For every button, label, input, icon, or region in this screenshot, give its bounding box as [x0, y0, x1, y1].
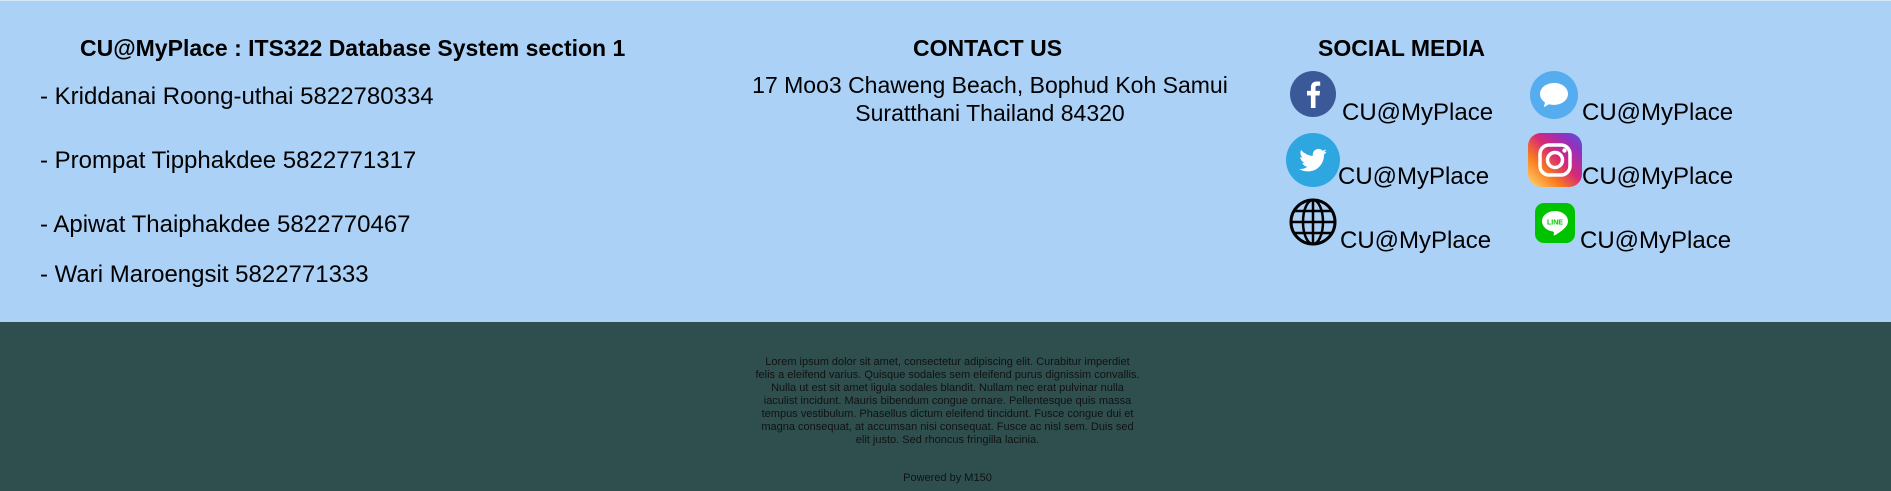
contact-address: 17 Moo3 Chaweng Beach, Bophud Koh Samui …: [720, 71, 1260, 127]
powered-by-text: Powered by M150: [903, 472, 992, 484]
facebook-icon: [1290, 71, 1336, 117]
member-item: - Apiwat Thaiphakdee 5822770467: [40, 211, 411, 238]
line-icon: LINE: [1535, 203, 1575, 243]
social-label: CU@MyPlace: [1580, 227, 1732, 254]
project-title: CU@MyPlace : ITS322 Database System sect…: [80, 35, 626, 61]
member-item: - Kriddanai Roong-uthai 5822780334: [40, 83, 434, 110]
globe-icon: [1289, 198, 1337, 246]
social-link-instagram[interactable]: CU@MyPlace: [1528, 133, 1750, 190]
twitter-icon: [1286, 133, 1340, 187]
social-label: CU@MyPlace: [1340, 227, 1492, 254]
svg-text:LINE: LINE: [1547, 220, 1563, 227]
social-label: CU@MyPlace: [1582, 163, 1734, 190]
social-link-line[interactable]: LINE CU@MyPlace: [1535, 203, 1750, 259]
address-line-2: Suratthani Thailand 84320: [855, 100, 1125, 126]
social-label: CU@MyPlace: [1342, 99, 1494, 126]
social-link-website[interactable]: CU@MyPlace: [1288, 197, 1510, 254]
member-item: - Prompat Tipphakdee 5822771317: [40, 147, 417, 174]
message-icon: [1530, 71, 1578, 119]
address-line-1: 17 Moo3 Chaweng Beach, Bophud Koh Samui: [752, 72, 1228, 98]
social-label: CU@MyPlace: [1338, 163, 1490, 190]
social-link-twitter[interactable]: CU@MyPlace: [1286, 133, 1510, 190]
instagram-icon: [1528, 133, 1582, 187]
social-label: CU@MyPlace: [1582, 99, 1734, 126]
social-link-message[interactable]: CU@MyPlace: [1530, 71, 1750, 127]
contact-heading: CONTACT US: [913, 35, 1063, 61]
footer-lorem-text: Lorem ipsum dolor sit amet, consectetur …: [755, 356, 1140, 446]
member-item: - Wari Maroengsit 5822771333: [40, 261, 369, 288]
footer-info-section: CU@MyPlace : ITS322 Database System sect…: [0, 0, 1891, 322]
social-link-facebook[interactable]: CU@MyPlace: [1290, 71, 1510, 127]
social-heading: SOCIAL MEDIA: [1318, 35, 1485, 61]
